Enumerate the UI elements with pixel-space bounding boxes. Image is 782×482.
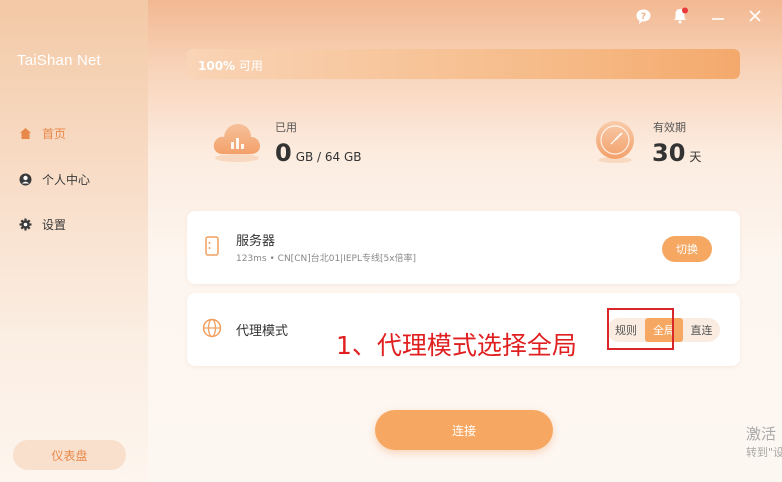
sidebar-item-settings[interactable]: 设置: [18, 216, 66, 233]
traffic-available-label: 可用: [238, 59, 263, 73]
close-icon[interactable]: [745, 6, 765, 26]
server-title: 服务器: [236, 234, 276, 249]
activation-watermark: 激活: [746, 425, 777, 443]
server-card: 服务器 123ms • CN[CN]台北01|IEPL专线[5x倍率] 切换: [187, 211, 740, 284]
clock-icon: [592, 118, 638, 168]
main-panel: ? 100% 可用 已用 0 GB / 64 GB 有效期 30 天 服务器 1…: [148, 0, 782, 482]
server-icon: [201, 235, 223, 257]
annotation-text: 1、代理模式选择全局: [336, 331, 577, 360]
used-amount: 0: [275, 139, 292, 167]
dashboard-button[interactable]: 仪表盘: [13, 440, 126, 470]
sidebar: TaiShan Net 首页 个人中心 设置 仪表盘: [0, 0, 148, 482]
user-icon: [18, 173, 32, 187]
gear-icon: [18, 218, 32, 232]
globe-icon: [201, 317, 223, 339]
activation-watermark-sub: 转到"设: [746, 446, 782, 459]
connect-button[interactable]: 连接: [375, 410, 553, 450]
validity-label: 有效期: [653, 121, 686, 134]
traffic-progress-fill: [187, 49, 740, 79]
cloud-icon: [211, 118, 263, 168]
traffic-progress-text: 100% 可用: [198, 57, 263, 74]
mode-direct-option[interactable]: 直连: [683, 318, 720, 342]
switch-server-button[interactable]: 切换: [662, 236, 712, 262]
annotation-highlight-box: [607, 308, 674, 350]
used-label: 已用: [275, 121, 297, 134]
used-unit: GB / 64 GB: [295, 150, 362, 164]
used-value: 0 GB / 64 GB: [275, 139, 362, 167]
sidebar-item-label: 设置: [42, 218, 67, 232]
validity-days: 30: [652, 139, 686, 167]
sidebar-item-label: 首页: [42, 127, 67, 141]
sidebar-item-home[interactable]: 首页: [18, 125, 66, 142]
app-title: TaiShan Net: [17, 52, 101, 69]
sidebar-item-user-center[interactable]: 个人中心: [18, 171, 90, 188]
svg-text:?: ?: [640, 12, 645, 22]
sidebar-item-label: 个人中心: [42, 173, 91, 187]
traffic-percent: 100%: [198, 59, 236, 73]
minimize-icon[interactable]: [708, 6, 728, 26]
bell-icon[interactable]: [670, 6, 690, 26]
server-info: 123ms • CN[CN]台北01|IEPL专线[5x倍率]: [236, 254, 417, 264]
proxy-mode-title: 代理模式: [236, 324, 289, 339]
validity-value: 30 天: [652, 139, 701, 167]
home-icon: [18, 127, 32, 141]
validity-unit: 天: [689, 150, 702, 164]
traffic-progress-bar: 100% 可用: [187, 49, 740, 79]
help-icon[interactable]: ?: [633, 6, 653, 26]
